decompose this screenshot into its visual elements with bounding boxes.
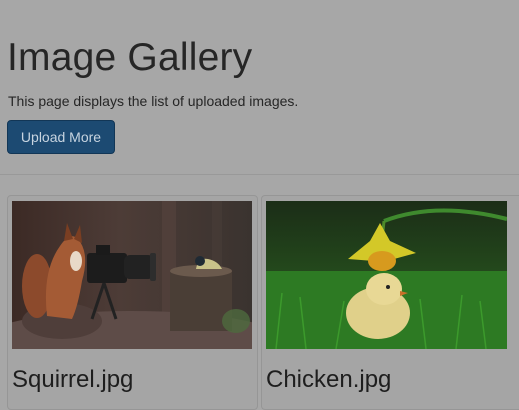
upload-more-button[interactable]: Upload More (7, 120, 115, 154)
image-caption: Chicken.jpg (266, 366, 392, 393)
page-title: Image Gallery (7, 36, 253, 79)
gallery-item[interactable]: Chicken.jpg (261, 195, 519, 410)
chicken-image (266, 201, 507, 349)
image-caption: Squirrel.jpg (12, 366, 134, 393)
page-description: This page displays the list of uploaded … (8, 93, 299, 109)
squirrel-image (12, 201, 252, 349)
divider (0, 174, 519, 175)
gallery-item[interactable]: Squirrel.jpg (7, 195, 258, 410)
